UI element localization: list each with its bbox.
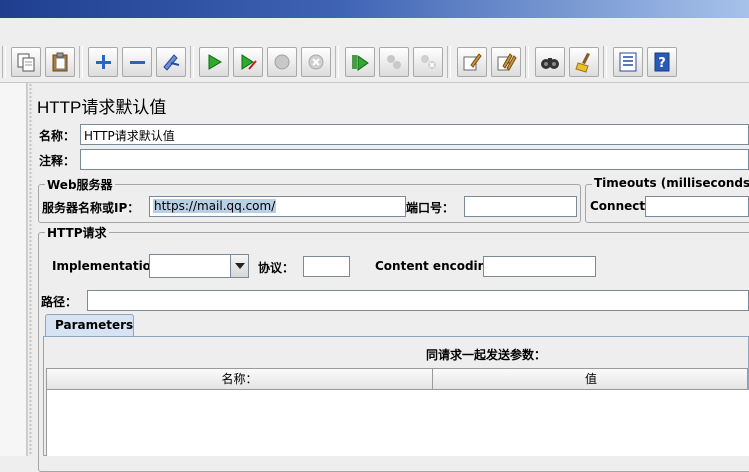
shutdown-icon (308, 54, 324, 70)
stop-button[interactable] (267, 47, 297, 77)
start-icon (208, 54, 222, 70)
content-encoding-label: Content encoding: (375, 259, 500, 273)
clear-button[interactable] (156, 47, 186, 77)
clear-all-button[interactable] (491, 47, 521, 77)
port-label: 端口号： (406, 201, 455, 215)
toolbar-separator (603, 46, 607, 78)
remote-start-icon (352, 55, 369, 71)
page-title: HTTP请求默认值 (37, 98, 167, 117)
clear-icon (163, 54, 180, 71)
parameters-caption: 同请求一起发送参数： (426, 348, 547, 362)
shutdown-button[interactable] (301, 47, 331, 77)
clear-all-icon (497, 53, 517, 71)
test-plan-tree-panel[interactable] (0, 83, 27, 456)
window-title-bar (0, 0, 749, 18)
toolbar-separator (447, 46, 451, 78)
timeouts-group-title: Timeouts (milliseconds) (592, 176, 749, 190)
function-helper-button[interactable] (613, 47, 643, 77)
port-field[interactable] (464, 196, 577, 217)
remove-icon (130, 61, 145, 64)
start-no-timers-button[interactable] (233, 47, 263, 77)
remote-shutdown-button[interactable] (413, 47, 443, 77)
http-request-group-title: HTTP请求 (45, 224, 109, 241)
copy-icon (17, 53, 35, 72)
toolbar-separator (335, 46, 339, 78)
content-encoding-field[interactable] (483, 256, 596, 277)
connect-timeout-field[interactable] (645, 196, 749, 217)
column-header-name[interactable]: 名称： (47, 369, 433, 389)
clear-results-icon (463, 53, 482, 71)
remote-stop-button[interactable] (379, 47, 409, 77)
remote-stop-icon (387, 55, 401, 69)
remote-start-button[interactable] (345, 47, 375, 77)
tab-parameters[interactable]: Parameters (45, 314, 134, 337)
web-server-group-title: Web服务器 (45, 176, 115, 193)
svg-text:?: ? (658, 56, 666, 71)
search-button[interactable] (535, 47, 565, 77)
help-button[interactable]: ? (647, 47, 677, 77)
config-editor-panel: HTTP请求默认值 名称： HTTP请求默认值 注释： Web服务器 服务器名称… (33, 83, 749, 472)
copy-button[interactable] (11, 47, 41, 77)
paste-button[interactable] (45, 47, 75, 77)
protocol-field[interactable] (303, 256, 350, 277)
toolbar-separator (2, 46, 6, 78)
function-helper-icon (619, 52, 637, 72)
start-no-timers-icon (241, 54, 257, 70)
protocol-label: 协议： (258, 261, 295, 275)
help-icon: ? (654, 52, 670, 72)
name-label: 名称： (39, 129, 76, 143)
paste-icon (52, 52, 68, 72)
chevron-down-icon (234, 263, 245, 269)
server-name-value: https://mail.qq.com/ (153, 199, 277, 213)
comment-field[interactable] (80, 149, 749, 170)
implementation-label: Implementation: (52, 259, 165, 273)
parameters-table-header: 名称： 值 (46, 368, 748, 390)
server-name-label: 服务器名称或IP： (42, 201, 140, 215)
parameters-table-body[interactable] (46, 390, 749, 456)
reset-search-icon (575, 53, 590, 73)
path-field[interactable] (87, 290, 749, 311)
name-field[interactable]: HTTP请求默认值 (80, 124, 749, 145)
add-button[interactable] (88, 47, 118, 77)
column-header-value[interactable]: 值 (433, 369, 749, 389)
add-icon (96, 55, 111, 69)
parameters-tab-panel: 同请求一起发送参数： 名称： 值 (43, 336, 749, 456)
reset-search-button[interactable] (569, 47, 599, 77)
server-name-field[interactable]: https://mail.qq.com/ (149, 196, 406, 217)
comment-label: 注释： (39, 154, 76, 168)
dropdown-arrow-button[interactable] (230, 255, 248, 277)
toolbar-separator (190, 46, 194, 78)
remote-shutdown-icon (421, 55, 436, 69)
toolbar-separator (525, 46, 529, 78)
implementation-dropdown[interactable] (149, 254, 249, 278)
path-label: 路径： (41, 295, 78, 309)
clear-results-button[interactable] (457, 47, 487, 77)
toolbar-separator (79, 46, 83, 78)
main-toolbar: ? (0, 44, 749, 83)
stop-icon (274, 54, 290, 70)
remove-button[interactable] (122, 47, 152, 77)
start-button[interactable] (199, 47, 229, 77)
search-icon (541, 58, 559, 69)
connect-label: Connect: (590, 199, 650, 213)
